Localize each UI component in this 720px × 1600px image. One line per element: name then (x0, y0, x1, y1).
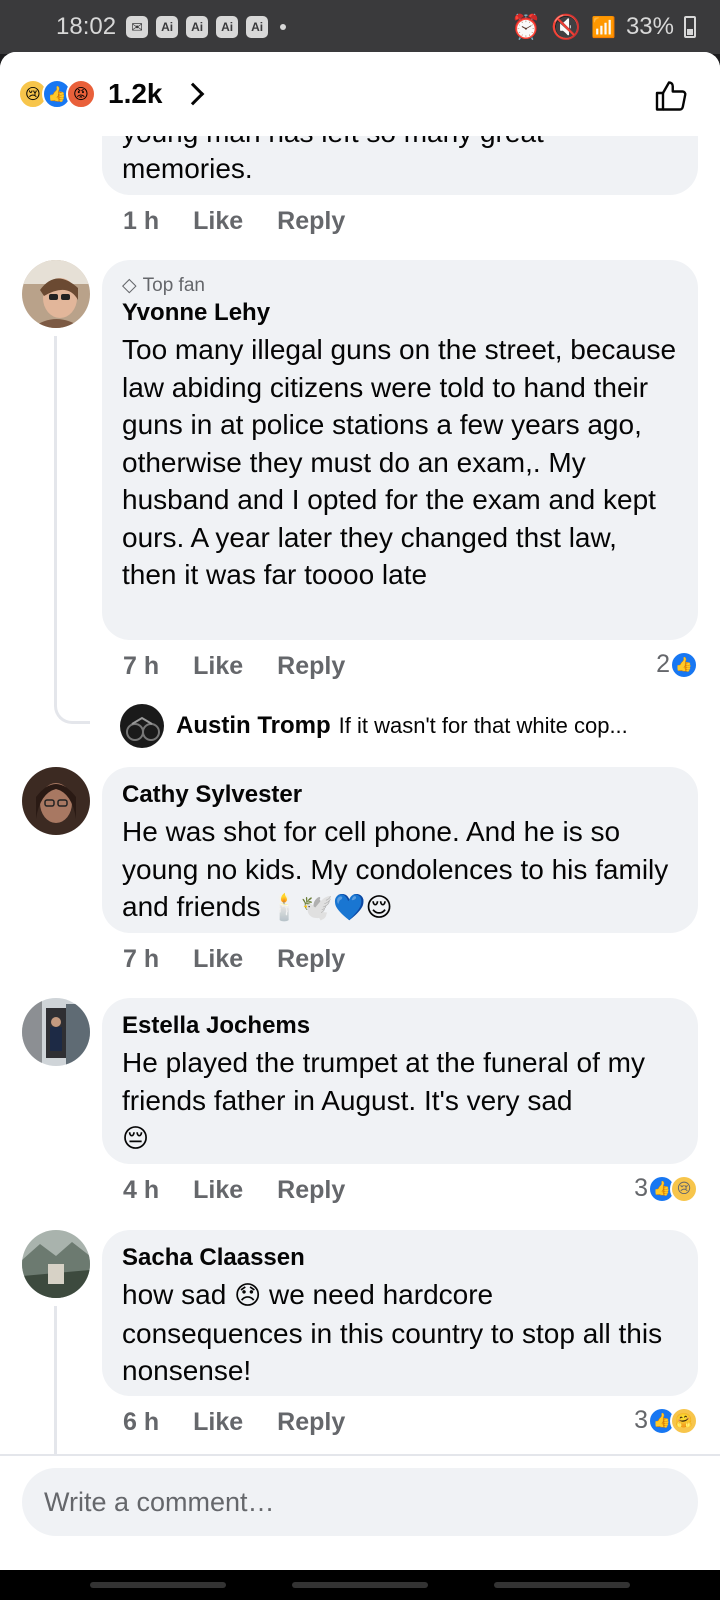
thread-line (54, 1306, 57, 1456)
composer-bar: Write a comment… (0, 1454, 720, 1570)
comment-actions: 4 h Like Reply (123, 1176, 379, 1205)
avatar[interactable] (22, 998, 90, 1066)
more-notifications-dot (280, 24, 287, 30)
wifi-icon: 📶 (591, 16, 616, 39)
comment-bubble: ◇ Top fan Yvonne Lehy Too many illegal g… (102, 260, 698, 640)
sad-reaction-icon: 😢 (670, 1174, 698, 1203)
ai-notification-icon: Ai (156, 16, 179, 38)
comment-bubble: Estella Jochems He played the trumpet at… (102, 998, 698, 1164)
avatar[interactable] (22, 1230, 90, 1298)
chevron-right-icon (181, 82, 204, 106)
nav-back-handle[interactable] (90, 1582, 226, 1588)
comment-text-body: how sad (122, 1279, 227, 1310)
comment-actions: 6 h Like Reply (123, 1408, 379, 1437)
reply-link[interactable]: Reply (277, 652, 345, 681)
comment-time[interactable]: 1 h (123, 207, 159, 236)
reply-link[interactable]: Reply (277, 1176, 345, 1205)
messenger-notification-icon: ✉ (126, 16, 149, 38)
sheet-header: 😢 👍 😡 1.2k (0, 52, 720, 136)
emoji-group: 😔 (122, 1123, 150, 1153)
avatar (120, 704, 164, 748)
battery-icon (684, 16, 696, 38)
sad-emoji: 😞 (234, 1280, 262, 1310)
status-bar: 18:02 ✉ Ai Ai Ai Ai ⏰ 🔇 📶 33% (0, 0, 720, 54)
reply-link[interactable]: Reply (277, 1408, 345, 1437)
mute-icon: 🔇 (551, 13, 582, 41)
comment-text: how sad 😞 we need hardcore consequences … (122, 1276, 678, 1390)
comment-text: memories. (122, 153, 253, 184)
comment-time[interactable]: 7 h (123, 652, 159, 681)
comment-text: He was shot for cell phone. And he is so… (122, 813, 678, 927)
comment-time[interactable]: 6 h (123, 1408, 159, 1437)
reply-link[interactable]: Reply (277, 945, 345, 974)
ai-notification-icon: Ai (216, 16, 239, 38)
comment-actions: 7 h Like Reply (123, 945, 379, 974)
system-nav-bar (0, 1570, 720, 1600)
comment-author[interactable]: Cathy Sylvester (122, 781, 678, 809)
reply-link[interactable]: Reply (277, 207, 345, 236)
like-link[interactable]: Like (193, 652, 243, 681)
like-button-icon[interactable] (654, 78, 690, 114)
comment-author[interactable]: Estella Jochems (122, 1012, 678, 1040)
avatar[interactable] (22, 260, 90, 328)
comment-input[interactable]: Write a comment… (22, 1468, 698, 1536)
comment-text: Too many illegal guns on the street, bec… (122, 334, 677, 590)
ai-notification-icon: Ai (246, 16, 269, 38)
avatar[interactable] (22, 767, 90, 835)
comment-time[interactable]: 7 h (123, 945, 159, 974)
angry-reaction-icon: 😡 (66, 79, 96, 109)
like-link[interactable]: Like (193, 1408, 243, 1437)
nav-recents-handle[interactable] (494, 1582, 630, 1588)
reply-text: If it wasn't for that white cop... (338, 713, 628, 738)
like-link[interactable]: Like (193, 207, 243, 236)
like-reaction-icon: 👍 (670, 650, 698, 679)
comment-text-body: He played the trumpet at the funeral of … (122, 1047, 645, 1116)
alarm-icon: ⏰ (511, 13, 542, 41)
like-link[interactable]: Like (193, 945, 243, 974)
comment-reactions[interactable]: 2 👍 (656, 650, 698, 679)
thread-line (54, 336, 57, 706)
comments-sheet[interactable]: 😢 👍 😡 1.2k young man has left so many gr… (0, 52, 720, 1570)
reaction-count: 2 (656, 650, 670, 678)
comment-reactions[interactable]: 3 👍 🤗 (634, 1406, 698, 1435)
badge-label: Top fan (142, 274, 205, 296)
emoji-group: 🕯️🕊️💙😌 (268, 892, 393, 922)
comment-author[interactable]: Sacha Claassen (122, 1244, 678, 1272)
reaction-count: 1.2k (108, 78, 163, 109)
comment-text: He played the trumpet at the funeral of … (122, 1044, 678, 1158)
ai-notification-icon: Ai (186, 16, 209, 38)
comment-actions: 1 h Like Reply (123, 207, 379, 236)
diamond-icon: ◇ (122, 275, 137, 296)
reply-author: Austin Tromp (176, 712, 331, 739)
comment-author[interactable]: Yvonne Lehy (122, 299, 678, 327)
comment-bubble: Sacha Claassen how sad 😞 we need hardcor… (102, 1230, 698, 1396)
comment-text-body: He was shot for cell phone. And he is so… (122, 816, 669, 922)
like-link[interactable]: Like (193, 1176, 243, 1205)
comment-time[interactable]: 4 h (123, 1176, 159, 1205)
comment-bubble: Cathy Sylvester He was shot for cell pho… (102, 767, 698, 933)
comment-actions: 7 h Like Reply (123, 652, 379, 681)
care-reaction-icon: 🤗 (670, 1406, 698, 1435)
top-fan-badge: ◇ Top fan (122, 274, 678, 297)
thread-connector (54, 694, 90, 724)
status-time: 18:02 (56, 13, 117, 40)
battery-percent: 33% (625, 13, 674, 40)
reaction-count: 3 (634, 1174, 648, 1202)
reply-preview[interactable]: Austin Tromp If it wasn't for that white… (120, 704, 700, 748)
reaction-summary[interactable]: 😢 👍 😡 1.2k (18, 78, 204, 110)
comment-input-placeholder: Write a comment… (44, 1486, 275, 1517)
nav-home-handle[interactable] (292, 1582, 428, 1588)
comment-reactions[interactable]: 3 👍 😢 (634, 1174, 698, 1203)
reaction-count: 3 (634, 1406, 648, 1434)
